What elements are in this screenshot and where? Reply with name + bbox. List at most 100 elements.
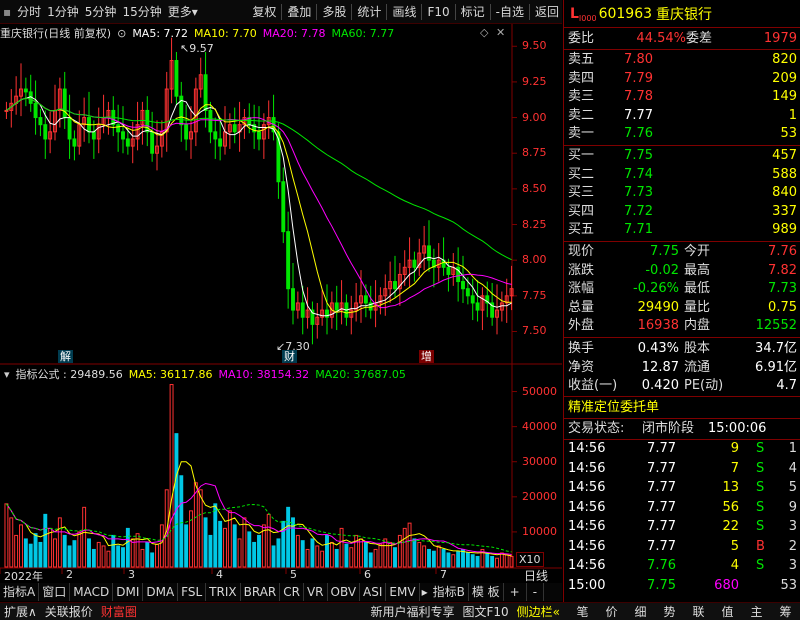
indicator-tab[interactable]: DMI — [113, 583, 144, 601]
volume-bar — [96, 541, 101, 568]
right-tab[interactable]: 主 — [742, 603, 771, 620]
price-tick: 8.75 — [522, 146, 547, 160]
time-label: 5 — [290, 568, 297, 581]
volume-bar — [276, 538, 281, 568]
candle-body — [38, 117, 43, 126]
cell: 1 — [788, 107, 797, 123]
tab-15min[interactable]: 15分钟 — [119, 0, 164, 24]
kline-chart[interactable] — [0, 24, 562, 584]
indicator-tab[interactable]: VR — [304, 583, 328, 601]
new-user-benefit-link[interactable]: 新用户福利专享 — [366, 603, 458, 620]
volume-bar — [295, 534, 300, 568]
expand-button[interactable]: 扩展∧ — [0, 603, 41, 620]
indicator-tab[interactable]: EMV — [386, 583, 420, 601]
cell: 7.79 — [624, 70, 653, 86]
time-label: 6 — [364, 568, 371, 581]
candle-body — [116, 124, 121, 133]
right-tab[interactable]: 笔 — [568, 603, 597, 620]
volume-bar — [504, 554, 509, 568]
graphic-f10-button[interactable]: 图文F10 — [458, 603, 512, 620]
statistics-button[interactable]: 统计 — [354, 0, 384, 24]
remove-watchlist-button[interactable]: -自选 — [493, 0, 527, 24]
mark-button[interactable]: 标记 — [458, 0, 488, 24]
right-tab[interactable]: 筹 — [771, 603, 800, 620]
event-tag-finance[interactable]: 财 — [282, 350, 297, 363]
template-tab[interactable]: 模 板 — [469, 583, 504, 601]
event-tag-increase[interactable]: 增 — [419, 350, 434, 363]
event-tag-unlock[interactable]: 解 — [58, 350, 73, 363]
volume-bar — [72, 540, 77, 568]
right-tab[interactable]: 细 — [626, 603, 655, 620]
cell: 15:00:06 — [708, 421, 767, 436]
indicator-tab[interactable]: TRIX — [206, 583, 241, 601]
volume-bar — [155, 543, 159, 568]
cell: S — [756, 499, 765, 515]
volume-bar — [383, 538, 388, 568]
indicator-tab[interactable]: 指标A — [0, 583, 40, 601]
indicator-tab[interactable]: OBV — [328, 583, 361, 601]
overlay-button[interactable]: 叠加 — [284, 0, 314, 24]
cell: 交易状态: — [568, 421, 625, 436]
candle-body — [43, 124, 48, 140]
indicator-tab[interactable]: FSL — [178, 583, 207, 601]
indicator-tab[interactable]: ASI — [360, 583, 387, 601]
time-label: 7 — [440, 568, 447, 581]
tab-1min[interactable]: 1分钟 — [44, 0, 82, 24]
right-tab[interactable]: 联 — [684, 603, 713, 620]
right-tab[interactable]: 值 — [713, 603, 742, 620]
multi-stock-button[interactable]: 多股 — [319, 0, 349, 24]
restore-rights-button[interactable]: 复权 — [249, 0, 279, 24]
diamond-icon[interactable]: ◇ — [480, 26, 488, 39]
expand-icon[interactable]: ⊙ — [117, 27, 126, 40]
volume-bar — [23, 538, 28, 568]
tab-intraday[interactable]: 分时 — [14, 0, 44, 24]
cell: 7.71 — [624, 222, 653, 238]
period-label[interactable]: 日线 — [524, 567, 548, 584]
tab-more[interactable]: 更多▾ — [165, 0, 201, 24]
candle-body — [67, 117, 72, 140]
volume-bar — [130, 538, 135, 568]
draw-line-button[interactable]: 画线 — [389, 0, 419, 24]
back-button[interactable]: 返回 — [532, 0, 562, 24]
indicator-tab[interactable]: DMA — [143, 583, 179, 601]
divider — [564, 396, 800, 397]
cell: 7.76 — [647, 558, 676, 573]
stock-name: 重庆银行 — [656, 6, 713, 23]
add-button[interactable]: + — [504, 583, 527, 601]
tab-5min[interactable]: 5分钟 — [82, 0, 120, 24]
triangle-icon[interactable]: ▾ — [4, 368, 10, 381]
volume-bar — [106, 550, 111, 568]
candles — [4, 37, 514, 345]
candle-body — [174, 60, 179, 97]
indicator-tab[interactable]: CR — [280, 583, 304, 601]
cell: 外盘 — [568, 318, 595, 334]
square-icon[interactable]: ▪ — [0, 0, 14, 24]
candle-body — [465, 288, 470, 297]
remove-button[interactable]: - — [527, 583, 545, 601]
cell: 卖四 — [568, 70, 595, 86]
volume-bar — [291, 517, 295, 568]
right-tab[interactable]: 价 — [597, 603, 626, 620]
price-tick: 8.00 — [522, 253, 547, 267]
wealth-circle-button[interactable]: 财富圈 — [97, 603, 141, 620]
right-tab[interactable]: 势 — [655, 603, 684, 620]
volume-bar — [150, 552, 155, 568]
volume-bar — [38, 541, 43, 568]
volume-bar — [77, 531, 82, 568]
related-quote-button[interactable]: 关联报价 — [41, 603, 97, 620]
sidebar-toggle-button[interactable]: 侧边栏« — [513, 603, 564, 620]
candle-body — [33, 102, 38, 119]
cell: 14:56 — [568, 538, 606, 554]
close-icon[interactable]: ✕ — [496, 26, 505, 39]
volume-bar — [48, 527, 53, 568]
indicator-tab[interactable]: BRAR — [241, 583, 281, 601]
chevron-right-icon[interactable]: ▸ — [420, 585, 430, 599]
indicator-tab[interactable]: 指标B — [430, 583, 469, 601]
indicator-tab[interactable]: MACD — [70, 583, 114, 601]
cell: 3 — [788, 519, 797, 534]
indicator-tab[interactable]: 窗口 — [39, 583, 71, 601]
candle-body — [218, 138, 223, 147]
volume-bar — [19, 524, 23, 568]
candle-body — [393, 281, 397, 290]
f10-button[interactable]: F10 — [424, 0, 452, 24]
